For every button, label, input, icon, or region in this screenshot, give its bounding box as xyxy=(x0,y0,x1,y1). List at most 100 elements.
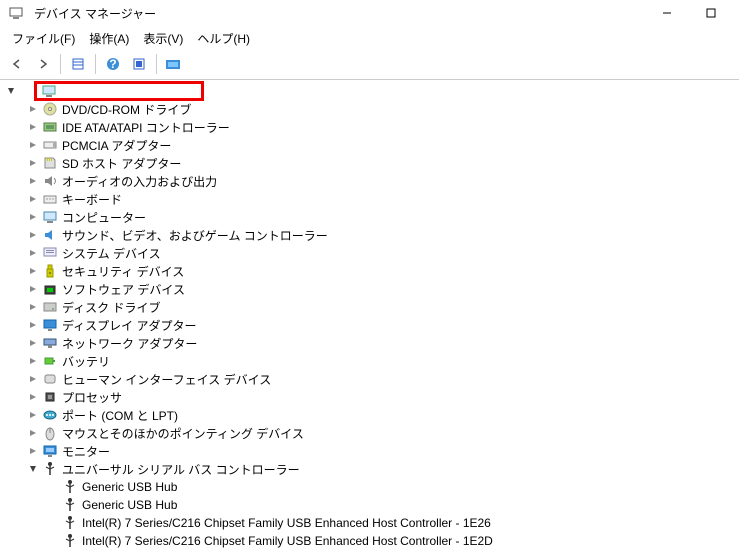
highlight-annotation xyxy=(34,81,204,101)
tree-device-row[interactable]: Intel(R) 7 Series/C216 Chipset Family US… xyxy=(4,532,735,550)
expand-toggle-icon[interactable] xyxy=(26,156,40,170)
category-label: サウンド、ビデオ、およびゲーム コントローラー xyxy=(62,227,328,244)
tree-category-row[interactable]: コンピューター xyxy=(4,208,735,226)
category-label: ディスプレイ アダプター xyxy=(62,317,197,334)
tree-root-row[interactable] xyxy=(4,82,735,100)
category-label: マウスとそのほかのポインティング デバイス xyxy=(62,425,304,442)
tree-category-row[interactable]: PCMCIA アダプター xyxy=(4,136,735,154)
expand-toggle-icon[interactable] xyxy=(26,372,40,386)
system-icon xyxy=(42,245,58,261)
tree-category-row[interactable]: モニター xyxy=(4,442,735,460)
category-label: ネットワーク アダプター xyxy=(62,335,197,352)
expand-toggle-icon[interactable] xyxy=(26,138,40,152)
category-label: ヒューマン インターフェイス デバイス xyxy=(62,371,271,388)
category-label: PCMCIA アダプター xyxy=(62,137,171,154)
expand-toggle-icon[interactable] xyxy=(26,462,40,476)
software-icon xyxy=(42,281,58,297)
expand-toggle-icon[interactable] xyxy=(26,408,40,422)
minimize-button[interactable] xyxy=(645,0,689,26)
tree-category-row[interactable]: ディスク ドライブ xyxy=(4,298,735,316)
scan-button[interactable] xyxy=(163,53,185,75)
menu-help[interactable]: ヘルプ(H) xyxy=(191,28,256,49)
tree-device-row[interactable]: Generic USB Hub xyxy=(4,496,735,514)
category-label: セキュリティ デバイス xyxy=(62,263,184,280)
usb-icon xyxy=(62,479,78,495)
device-label: Intel(R) 7 Series/C216 Chipset Family US… xyxy=(82,516,491,530)
menu-file[interactable]: ファイル(F) xyxy=(6,28,81,49)
tree-category-row[interactable]: キーボード xyxy=(4,190,735,208)
device-tree[interactable]: DVD/CD-ROM ドライブ IDE ATA/ATAPI コントローラー PC… xyxy=(0,80,739,550)
expand-toggle-icon[interactable] xyxy=(26,354,40,368)
tree-category-row[interactable]: ディスプレイ アダプター xyxy=(4,316,735,334)
category-label: モニター xyxy=(62,443,110,460)
category-label: プロセッサ xyxy=(62,389,122,406)
tree-category-row[interactable]: ネットワーク アダプター xyxy=(4,334,735,352)
usb-icon xyxy=(42,461,58,477)
tree-category-row[interactable]: ポート (COM と LPT) xyxy=(4,406,735,424)
properties-button[interactable] xyxy=(67,53,89,75)
expand-toggle-icon[interactable] xyxy=(26,282,40,296)
menu-view[interactable]: 表示(V) xyxy=(137,28,189,49)
expand-toggle-icon[interactable] xyxy=(26,444,40,458)
menu-action[interactable]: 操作(A) xyxy=(83,28,135,49)
toolbar-separator xyxy=(95,54,96,74)
svg-text:?: ? xyxy=(109,57,116,71)
expand-toggle-icon[interactable] xyxy=(26,192,40,206)
category-label: バッテリ xyxy=(62,353,110,370)
sound-icon xyxy=(42,227,58,243)
tree-category-row[interactable]: セキュリティ デバイス xyxy=(4,262,735,280)
expand-toggle-icon[interactable] xyxy=(26,174,40,188)
category-label: システム デバイス xyxy=(62,245,161,262)
tree-category-row[interactable]: オーディオの入力および出力 xyxy=(4,172,735,190)
expand-toggle-icon[interactable] xyxy=(4,84,18,98)
tree-category-row[interactable]: SD ホスト アダプター xyxy=(4,154,735,172)
expand-toggle-icon[interactable] xyxy=(26,426,40,440)
tree-device-row[interactable]: Intel(R) 7 Series/C216 Chipset Family US… xyxy=(4,514,735,532)
cpu-icon xyxy=(42,389,58,405)
sd-icon xyxy=(42,155,58,171)
category-label: ソフトウェア デバイス xyxy=(62,281,185,298)
expand-toggle-icon[interactable] xyxy=(26,210,40,224)
expand-toggle-icon[interactable] xyxy=(26,390,40,404)
window-title: デバイス マネージャー xyxy=(34,5,156,22)
expand-toggle-icon[interactable] xyxy=(26,228,40,242)
tree-category-row[interactable]: バッテリ xyxy=(4,352,735,370)
expand-toggle-icon[interactable] xyxy=(26,120,40,134)
expand-toggle-icon[interactable] xyxy=(26,300,40,314)
category-label: コンピューター xyxy=(62,209,146,226)
tree-category-row[interactable]: マウスとそのほかのポインティング デバイス xyxy=(4,424,735,442)
tree-category-row[interactable]: システム デバイス xyxy=(4,244,735,262)
device-label: Generic USB Hub xyxy=(82,480,177,494)
tree-category-row[interactable]: プロセッサ xyxy=(4,388,735,406)
tree-device-row[interactable]: Generic USB Hub xyxy=(4,478,735,496)
tree-category-row[interactable]: DVD/CD-ROM ドライブ xyxy=(4,100,735,118)
expand-toggle-icon[interactable] xyxy=(26,336,40,350)
computer-icon xyxy=(42,209,58,225)
forward-button[interactable] xyxy=(32,53,54,75)
battery-icon xyxy=(42,353,58,369)
expand-toggle-icon[interactable] xyxy=(26,246,40,260)
tree-category-row[interactable]: サウンド、ビデオ、およびゲーム コントローラー xyxy=(4,226,735,244)
pcmcia-icon xyxy=(42,137,58,153)
tree-category-row[interactable]: ユニバーサル シリアル バス コントローラー xyxy=(4,460,735,478)
display-icon xyxy=(42,317,58,333)
expand-toggle-icon[interactable] xyxy=(26,102,40,116)
hid-icon xyxy=(42,371,58,387)
cd-icon xyxy=(42,101,58,117)
menubar: ファイル(F) 操作(A) 表示(V) ヘルプ(H) xyxy=(0,26,739,51)
category-label: ポート (COM と LPT) xyxy=(62,407,178,424)
maximize-button[interactable] xyxy=(689,0,733,26)
back-button[interactable] xyxy=(6,53,28,75)
tree-category-row[interactable]: IDE ATA/ATAPI コントローラー xyxy=(4,118,735,136)
category-label: DVD/CD-ROM ドライブ xyxy=(62,101,191,118)
expand-toggle-icon[interactable] xyxy=(26,318,40,332)
expand-toggle-icon[interactable] xyxy=(26,264,40,278)
category-label: ユニバーサル シリアル バス コントローラー xyxy=(62,461,300,478)
tree-category-row[interactable]: ソフトウェア デバイス xyxy=(4,280,735,298)
tree-category-row[interactable]: ヒューマン インターフェイス デバイス xyxy=(4,370,735,388)
refresh-button[interactable] xyxy=(128,53,150,75)
ide-icon xyxy=(42,119,58,135)
help-button[interactable]: ? xyxy=(102,53,124,75)
usb-icon xyxy=(62,515,78,531)
toolbar-separator xyxy=(60,54,61,74)
